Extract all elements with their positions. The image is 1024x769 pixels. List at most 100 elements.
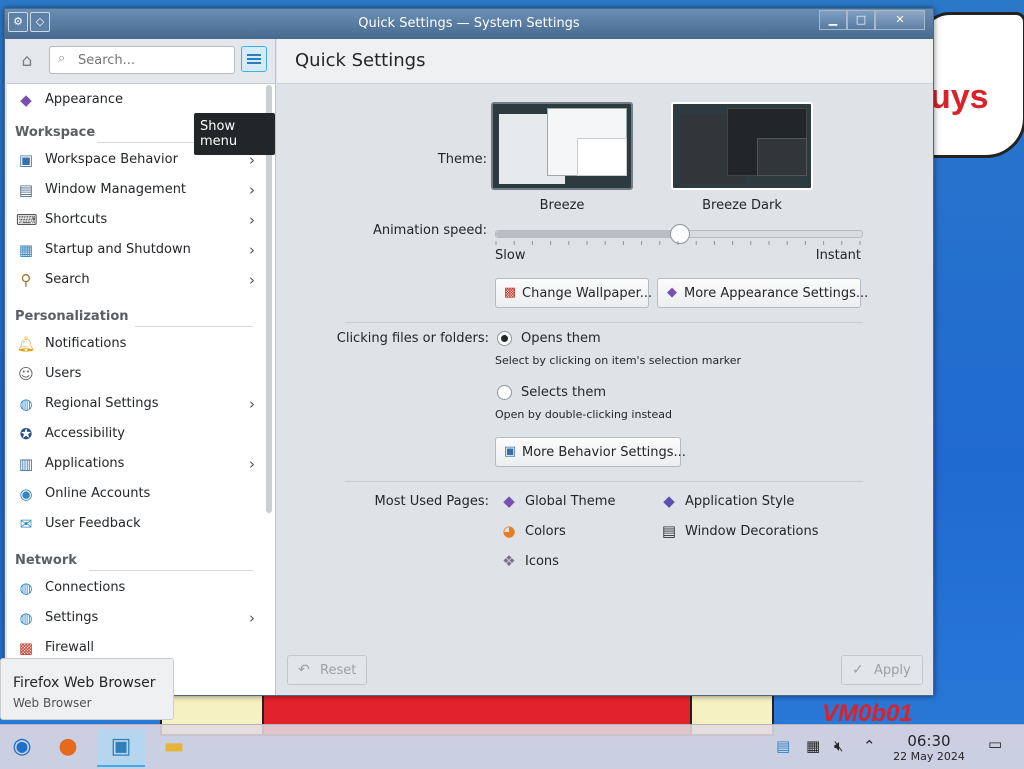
section-personalization: Personalization [15,309,129,324]
close-button[interactable]: ✕ [875,10,925,30]
theme-breeze-dark-thumbnail[interactable] [671,102,813,190]
clock-time: 06:30 [907,732,951,750]
tooltip-subtitle: Web Browser [13,696,92,710]
sidebar-item-search[interactable]: ⚲ Search › [7,265,263,295]
link-label: Icons [525,554,559,569]
selects-them-radio[interactable] [497,385,512,400]
sidebar-item-label: Regional Settings [45,396,159,411]
clock[interactable]: 06:30 22 May 2024 [890,732,968,763]
slider-ticks [495,241,861,245]
sidebar-item-window-management[interactable]: ▤ Window Management › [7,175,263,205]
button-label: More Appearance Settings... [684,286,869,301]
show-desktop-icon[interactable]: ▭ [988,735,1002,753]
user-icon: ☺ [18,365,34,383]
home-icon[interactable]: ⌂ [15,49,39,73]
workspace-behavior-icon: ▣ [18,151,34,169]
sidebar-item-online-accounts[interactable]: ◉ Online Accounts [7,479,263,509]
sidebar-item-label: Workspace Behavior [45,152,178,167]
divider [135,326,253,327]
sidebar-item-connections[interactable]: ◍ Connections [7,573,263,603]
opens-them-label[interactable]: Opens them [521,331,601,346]
checkmark-icon: ✓ [852,662,864,678]
sidebar-toolbar: ⌂ ⌕ [7,39,275,84]
sidebar: ⌂ ⌕ Show menu ◆ Appearance Workspace [7,39,276,695]
change-wallpaper-button[interactable]: ▩ Change Wallpaper... [495,278,652,308]
wallpaper-cloud-text: uys [930,78,989,116]
wallpaper-icon: ▩ [503,285,517,300]
sidebar-item-shortcuts[interactable]: ⌨ Shortcuts › [7,205,263,235]
button-label: Reset [320,663,357,678]
search-settings-icon: ⚲ [20,271,32,289]
keyboard-icon: ⌨ [16,211,38,229]
reset-button[interactable]: ↶ Reset [287,655,367,685]
slider-fill [496,231,679,237]
sidebar-item-label: Firewall [45,640,95,655]
startup-icon: ▦ [18,241,34,259]
theme-breeze-dark-caption: Breeze Dark [702,198,782,213]
behavior-icon: ▣ [503,444,517,459]
chevron-right-icon: › [249,395,255,413]
clock-date: 22 May 2024 [893,750,965,763]
colors-icon: ◕ [502,522,516,540]
sidebar-item-network-settings[interactable]: ◍ Settings › [7,603,263,633]
globe-icon: ◍ [19,395,33,413]
theme-breeze-caption: Breeze [539,198,585,213]
device-notifier-icon[interactable]: ▦ [806,737,820,755]
sidebar-item-label: Accessibility [45,426,125,441]
start-menu-icon[interactable]: ◉ [4,729,40,765]
global-theme-icon: ◆ [503,492,515,510]
chevron-right-icon: › [249,455,255,473]
volume-muted-icon[interactable]: 🔇︎ [834,737,843,755]
minimize-button[interactable]: ▁ [819,10,847,30]
sidebar-item-applications[interactable]: ▥ Applications › [7,449,263,479]
opens-them-hint: Select by clicking on item's selection m… [495,354,741,367]
more-behavior-settings-button[interactable]: ▣ More Behavior Settings... [495,437,686,467]
more-appearance-settings-button[interactable]: ◆ More Appearance Settings... [657,278,868,308]
theme-label: Theme: [437,152,487,167]
opens-them-radio[interactable] [497,331,512,346]
application-style-icon: ◆ [663,492,675,510]
tooltip-title: Firefox Web Browser [13,675,156,691]
system-settings-window: ⚙ ◇ Quick Settings — System Settings ▁ □… [4,8,934,696]
window-decorations-icon: ▤ [661,522,677,540]
bell-icon: 🔔︎ [16,335,36,353]
sidebar-item-notifications[interactable]: 🔔︎ Notifications [7,329,263,359]
link-label: Application Style [685,494,795,509]
sidebar-item-users[interactable]: ☺ Users [7,359,263,389]
hamburger-menu-button[interactable] [241,46,267,72]
clicking-files-label: Clicking files or folders: [336,331,489,346]
icons-icon: ❖ [502,552,516,570]
search-input[interactable] [76,50,230,70]
clipboard-icon[interactable]: ▤ [776,737,790,755]
sidebar-item-appearance[interactable]: ◆ Appearance [7,85,263,115]
animation-speed-slider[interactable] [495,224,863,244]
theme-breeze-thumbnail[interactable] [491,102,633,190]
chevron-right-icon: › [249,241,255,259]
window-titlebar[interactable]: ⚙ ◇ Quick Settings — System Settings ▁ □… [5,9,933,39]
firefox-icon[interactable]: ● [50,729,86,765]
main-panel: Quick Settings Theme: Breeze Breeze Dark… [277,39,933,695]
sidebar-item-label: Applications [45,456,125,471]
apply-button[interactable]: ✓ Apply [841,655,923,685]
search-box[interactable]: ⌕ [49,46,235,74]
online-accounts-icon: ◉ [19,485,33,503]
sidebar-item-label: Appearance [45,92,124,107]
selects-them-label[interactable]: Selects them [521,385,606,400]
sidebar-item-accessibility[interactable]: ✪ Accessibility [7,419,263,449]
most-used-pages-label: Most Used Pages: [374,494,489,509]
sidebar-item-label: User Feedback [45,516,141,531]
section-workspace: Workspace [15,125,96,140]
sidebar-item-regional-settings[interactable]: ◍ Regional Settings › [7,389,263,419]
sidebar-item-startup-shutdown[interactable]: ▦ Startup and Shutdown › [7,235,263,265]
maximize-button[interactable]: □ [847,10,875,30]
chevron-up-icon[interactable]: ⌃ [863,737,876,755]
link-label: Window Decorations [685,524,819,539]
instant-label: Instant [815,248,861,263]
sidebar-item-user-feedback[interactable]: ✉ User Feedback [7,509,263,539]
system-settings-task-icon[interactable]: ▣ [97,729,145,767]
animation-speed-label: Animation speed: [372,223,487,238]
window-title: Quick Settings — System Settings [358,16,580,31]
button-label: More Behavior Settings... [522,445,686,460]
divider [345,322,863,323]
file-manager-icon[interactable]: ▬ [156,729,192,765]
